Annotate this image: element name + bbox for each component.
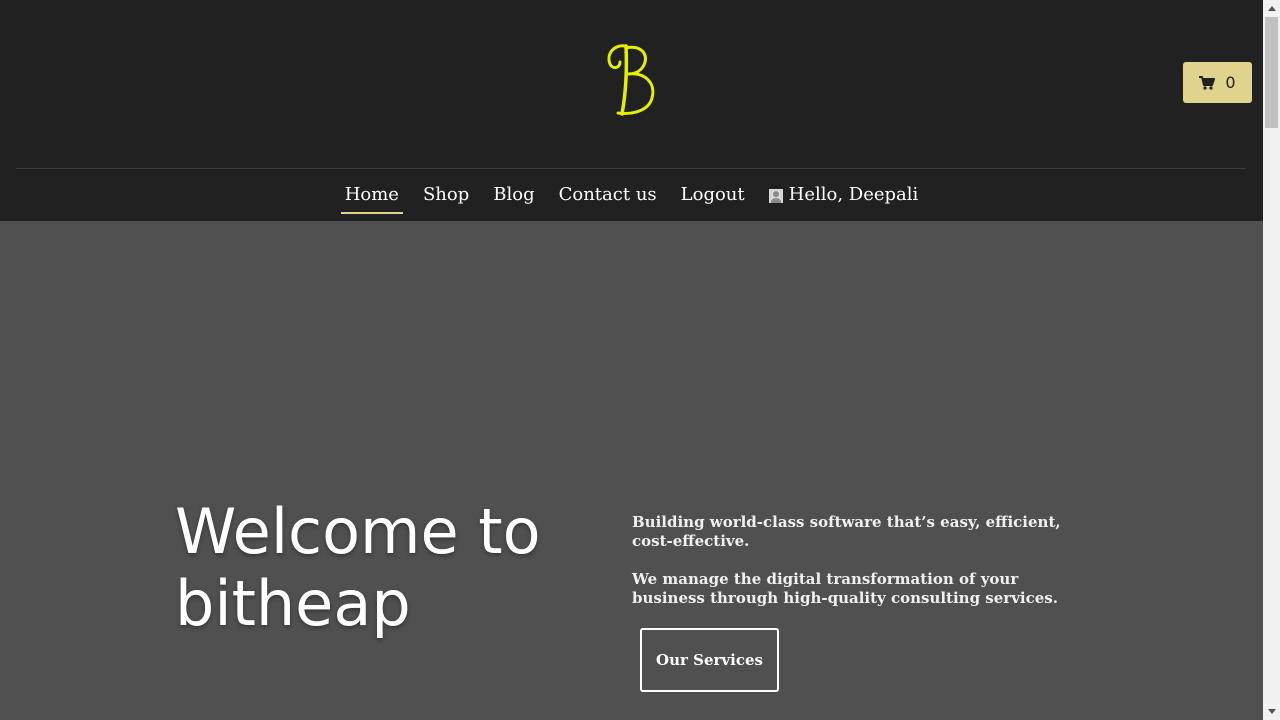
- our-services-button[interactable]: Our Services: [640, 628, 779, 692]
- avatar-icon: [768, 189, 783, 203]
- nav-item-blog[interactable]: Blog: [489, 180, 538, 210]
- hero-description: Building world-class software that’s eas…: [632, 513, 1082, 627]
- nav-item-user-account[interactable]: Hello, Deepali: [765, 180, 923, 210]
- scrollbar-thumb[interactable]: [1265, 17, 1278, 128]
- user-greeting: Hello, Deepali: [788, 184, 919, 205]
- main-nav: Home Shop Blog Contact us Logout Hello, …: [0, 180, 1263, 214]
- site-header: 0 Home Shop Blog Contact us Logout Hello…: [0, 0, 1263, 221]
- cart-button[interactable]: 0: [1183, 62, 1252, 103]
- scroll-up-arrow-icon[interactable]: [1263, 0, 1280, 17]
- site-logo[interactable]: [604, 40, 660, 120]
- hero-paragraph-1: Building world-class software that’s eas…: [632, 513, 1061, 550]
- nav-item-home[interactable]: Home: [340, 180, 404, 214]
- nav-item-shop[interactable]: Shop: [419, 180, 473, 210]
- header-divider: [16, 168, 1246, 169]
- shopping-cart-icon: [1199, 75, 1216, 90]
- page: 0 Home Shop Blog Contact us Logout Hello…: [0, 0, 1263, 720]
- nav-item-logout[interactable]: Logout: [677, 180, 749, 210]
- hero-title: Welcome to bitheap: [175, 495, 541, 640]
- scroll-down-arrow-icon[interactable]: [1263, 703, 1280, 720]
- cart-count: 0: [1225, 73, 1236, 92]
- logo-b-icon: [607, 44, 655, 116]
- vertical-scrollbar[interactable]: [1263, 0, 1280, 720]
- nav-item-contact-us[interactable]: Contact us: [555, 180, 661, 210]
- hero-paragraph-2: We manage the digital transformation of …: [632, 570, 1058, 607]
